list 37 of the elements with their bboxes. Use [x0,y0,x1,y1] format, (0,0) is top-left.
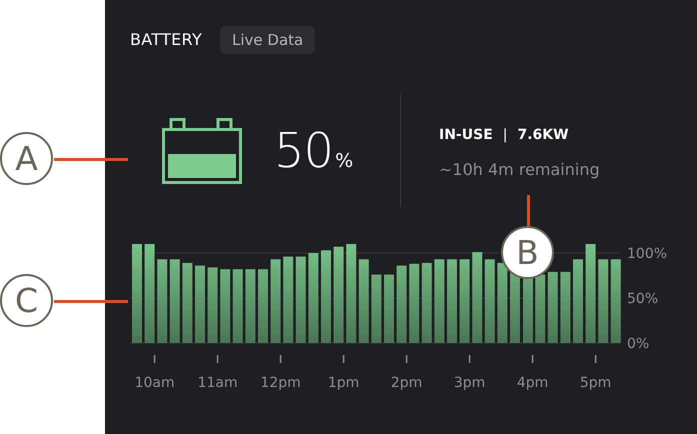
chart-bar [560,272,570,343]
chart-bar [548,272,558,343]
x-axis-label: 10am [134,375,175,391]
leader-line [527,195,530,227]
x-axis-label: 4pm [516,375,548,391]
x-tick [280,355,282,363]
callout-marker: A [0,132,53,185]
x-axis-label: 11am [198,375,238,391]
x-tick [406,355,408,363]
chart-bar [371,274,382,343]
x-tick [216,355,218,363]
x-tick [594,355,596,363]
chart-bar [384,274,394,343]
x-tick [342,355,344,363]
callout-marker: C [0,274,53,327]
battery-icon [162,118,242,184]
x-axis-label: 3pm [454,375,486,391]
x-tick [532,355,534,363]
y-axis-label: 100% [627,246,668,262]
section-title: BATTERY [130,30,202,49]
x-axis-label: 1pm [328,375,360,391]
remaining-time: ~10h 4m remaining [439,160,600,179]
separator: | [502,127,508,143]
usage-status: IN-USE [439,127,493,143]
x-axis-label: 2pm [390,375,422,391]
battery-percent: 50 [274,123,334,179]
x-tick [468,355,470,363]
power-reading: 7.6KW [517,127,569,143]
y-axis-label: 0% [627,336,650,352]
partial-bar [510,272,520,343]
x-axis-label: 5pm [580,375,612,391]
chart-bar [535,274,546,343]
live-data-badge: Live Data [220,26,316,54]
x-axis-label: 12pm [260,375,301,391]
percent-unit: % [335,150,354,172]
x-tick [154,355,156,363]
y-axis-label: 50% [627,291,658,307]
